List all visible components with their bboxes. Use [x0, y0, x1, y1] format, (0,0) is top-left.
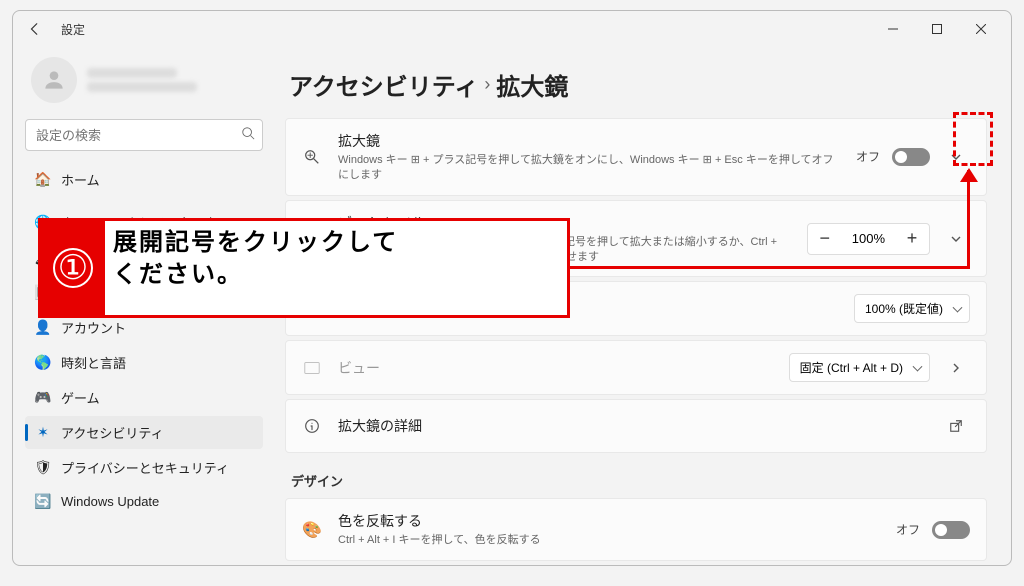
- sidebar-item-privacy[interactable]: 🛡 プライバシーとセキュリティ: [25, 451, 263, 484]
- sidebar-item-personalization[interactable]: 🖌 個人用設定: [25, 241, 263, 274]
- row-zoom-increment: ズームレベルの増分 100% (既定値): [285, 281, 987, 336]
- apps-icon: 🔳: [35, 285, 51, 301]
- sidebar-item-label: アクセシビリティ: [61, 423, 164, 442]
- minimize-button[interactable]: [871, 14, 915, 44]
- expand-chevron[interactable]: [942, 143, 970, 171]
- settings-window: 設定 🏠 ホーム: [12, 10, 1012, 566]
- row-desc: Windows キー ⊞ + プラス記号またはマイナス記号を押して拡大または縮小…: [338, 235, 791, 265]
- profile-text-redacted: [87, 68, 197, 92]
- row-magnifier[interactable]: 拡大鏡 Windows キー ⊞ + プラス記号を押して拡大鏡をオンにし、Win…: [285, 118, 987, 196]
- expand-chevron[interactable]: [942, 225, 970, 253]
- row-desc: Ctrl + Alt + I キーを押して、色を反転する: [338, 533, 880, 548]
- zoom-minus-button[interactable]: −: [808, 224, 842, 254]
- row-invert-colors: 🎨 色を反転する Ctrl + Alt + I キーを押して、色を反転する オフ: [285, 498, 987, 561]
- breadcrumb: アクセシビリティ › 拡大鏡: [289, 67, 987, 102]
- sidebar-item-label: ネットワークとインターネット: [61, 213, 243, 232]
- increment-combo[interactable]: 100% (既定値): [854, 294, 970, 323]
- sidebar-item-gaming[interactable]: 🎮 ゲーム: [25, 381, 263, 414]
- invert-toggle[interactable]: [932, 521, 970, 539]
- close-button[interactable]: [959, 14, 1003, 44]
- sidebar-item-accessibility[interactable]: ✶ アクセシビリティ: [25, 416, 263, 449]
- section-design-label: デザイン: [291, 471, 987, 490]
- gamepad-icon: 🎮: [35, 390, 51, 406]
- row-title: ビュー: [338, 358, 773, 378]
- shield-icon: 🛡: [35, 460, 51, 476]
- sidebar-item-label: アプリ: [61, 283, 100, 302]
- row-title: 拡大鏡: [338, 131, 840, 151]
- breadcrumb-parent[interactable]: アクセシビリティ: [289, 67, 478, 102]
- accessibility-icon: ✶: [35, 425, 51, 441]
- view-icon: [302, 359, 322, 377]
- sidebar-item-network[interactable]: 🌐 ネットワークとインターネット: [25, 206, 263, 239]
- chevron-right-icon[interactable]: [942, 354, 970, 382]
- zoom-stepper: − 100% +: [807, 223, 930, 255]
- globe-icon: 🌎: [35, 355, 51, 371]
- wifi-icon: 🌐: [35, 215, 51, 231]
- row-zoom-level: ズーム レベル Windows キー ⊞ + プラス記号またはマイナス記号を押し…: [285, 200, 987, 278]
- sidebar-item-home[interactable]: 🏠 ホーム: [25, 163, 263, 196]
- sidebar: 🏠ホーム 🌐ネットワークとインターネット 🖌個人用設定 🔳アプリ 👤アカウント …: [13, 47, 275, 565]
- zoom-plus-button[interactable]: +: [895, 224, 929, 254]
- zoom-value: 100%: [842, 231, 895, 246]
- toggle-state-label: オフ: [856, 148, 880, 165]
- chevron-right-icon: ›: [484, 74, 490, 95]
- row-title: ズーム レベル: [338, 213, 791, 233]
- search-icon: [241, 126, 255, 145]
- breadcrumb-current: 拡大鏡: [496, 67, 568, 102]
- content-area: アクセシビリティ › 拡大鏡 拡大鏡 Windows キー ⊞ + プラス記号を…: [275, 47, 1011, 565]
- row-view[interactable]: ビュー 固定 (Ctrl + Alt + D): [285, 340, 987, 395]
- row-magnifier-details[interactable]: 拡大鏡の詳細: [285, 399, 987, 453]
- sidebar-item-label: Windows Update: [61, 494, 159, 509]
- avatar: [31, 57, 77, 103]
- magnifier-toggle[interactable]: [892, 148, 930, 166]
- sidebar-item-label: ホーム: [61, 170, 100, 189]
- update-icon: 🔄: [35, 493, 51, 509]
- sidebar-item-time-language[interactable]: 🌎 時刻と言語: [25, 346, 263, 379]
- window-title: 設定: [61, 21, 85, 38]
- back-button[interactable]: [21, 15, 49, 43]
- home-icon: 🏠: [35, 172, 51, 188]
- toggle-state-label: オフ: [896, 521, 920, 538]
- maximize-button[interactable]: [915, 14, 959, 44]
- sidebar-item-label: 個人用設定: [61, 248, 126, 267]
- sidebar-item-apps[interactable]: 🔳 アプリ: [25, 276, 263, 309]
- sidebar-item-label: プライバシーとセキュリティ: [61, 458, 229, 477]
- info-icon: [302, 417, 322, 435]
- palette-icon: 🎨: [302, 520, 322, 540]
- profile-block[interactable]: [25, 51, 263, 117]
- sidebar-item-label: アカウント: [61, 318, 126, 337]
- sidebar-item-label: 時刻と言語: [61, 353, 126, 372]
- sidebar-item-label: ゲーム: [61, 388, 100, 407]
- magnifier-icon: [302, 148, 322, 166]
- view-combo[interactable]: 固定 (Ctrl + Alt + D): [789, 353, 930, 382]
- row-title: 色を反転する: [338, 511, 880, 531]
- sidebar-item-accounts[interactable]: 👤 アカウント: [25, 311, 263, 344]
- external-link-icon[interactable]: [942, 412, 970, 440]
- sidebar-item-windows-update[interactable]: 🔄 Windows Update: [25, 486, 263, 516]
- row-title: 拡大鏡の詳細: [338, 416, 926, 436]
- account-icon: 👤: [35, 320, 51, 336]
- row-desc: Windows キー ⊞ + プラス記号を押して拡大鏡をオンにし、Windows…: [338, 153, 840, 183]
- move-icon: [302, 230, 322, 248]
- row-title: ズームレベルの増分: [338, 299, 838, 319]
- titlebar: 設定: [13, 11, 1011, 47]
- search-input[interactable]: [25, 119, 263, 151]
- brush-icon: 🖌: [35, 250, 51, 266]
